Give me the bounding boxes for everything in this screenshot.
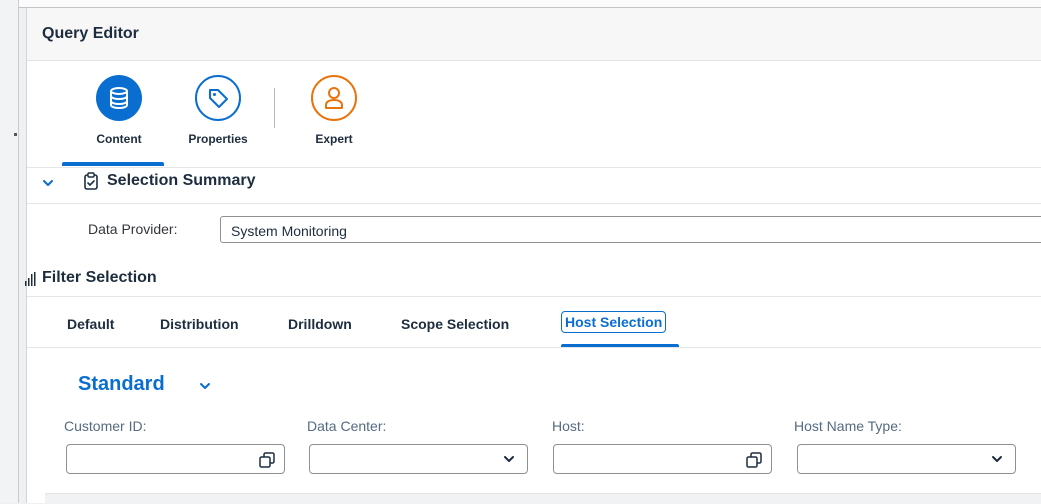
host-name-type-label: Host Name Type: [794, 418, 902, 434]
customer-id-field[interactable] [66, 444, 285, 474]
icon-tab-label: Content [96, 132, 142, 146]
query-editor-panel: Query Editor Content Properties Expert S… [25, 8, 1041, 504]
divider [27, 347, 1041, 348]
icon-tab-content[interactable]: Content [74, 75, 164, 146]
footer-bar [45, 493, 1041, 504]
tab-drilldown[interactable]: Drilldown [288, 316, 352, 332]
tab-distribution[interactable]: Distribution [160, 316, 239, 332]
data-center-label: Data Center: [307, 418, 387, 434]
data-provider-label: Data Provider: [88, 221, 178, 237]
tab-scope-selection[interactable]: Scope Selection [401, 316, 509, 332]
chevron-down-icon[interactable] [41, 176, 55, 190]
chevron-down-icon [992, 456, 1002, 462]
host-field[interactable] [553, 444, 772, 474]
variant-selector[interactable]: Standard [78, 373, 165, 396]
tab-host-selection[interactable]: Host Selection [561, 311, 667, 333]
filter-selection-title: Filter Selection [42, 269, 157, 286]
page-title: Query Editor [42, 25, 139, 42]
host-label: Host: [552, 418, 585, 434]
active-tab-indicator [62, 162, 164, 166]
customer-id-label: Customer ID: [64, 418, 147, 434]
tab-default[interactable]: Default [67, 316, 114, 332]
splitter-handle[interactable] [14, 133, 17, 136]
section-title: Selection Summary [107, 172, 256, 189]
chevron-down-icon[interactable] [199, 380, 211, 392]
value-help-icon[interactable] [746, 452, 762, 468]
bar-chart-icon [25, 272, 36, 286]
tag-icon [195, 75, 241, 121]
database-icon [96, 75, 142, 121]
data-provider-field[interactable]: System Monitoring [220, 216, 1041, 243]
chevron-down-icon [504, 456, 514, 462]
divider [27, 296, 1041, 297]
data-center-select[interactable] [309, 444, 528, 474]
clipboard-check-icon [84, 172, 98, 190]
value-help-icon[interactable] [259, 452, 275, 468]
icon-tab-label: Expert [315, 132, 353, 146]
person-icon [311, 75, 357, 121]
icon-tab-separator [274, 88, 275, 128]
icon-tab-properties[interactable]: Properties [173, 75, 263, 146]
icon-tab-label: Properties [188, 132, 248, 146]
left-sidebar-strip [0, 0, 19, 503]
window-top-edge [0, 0, 1041, 8]
host-name-type-select[interactable] [797, 444, 1016, 474]
title-bar: Query Editor [27, 8, 1041, 61]
icon-tab-expert[interactable]: Expert [289, 75, 379, 146]
icon-tab-bar: Content Properties Expert [27, 61, 1041, 168]
selection-summary-header[interactable]: Selection Summary [27, 168, 1041, 204]
